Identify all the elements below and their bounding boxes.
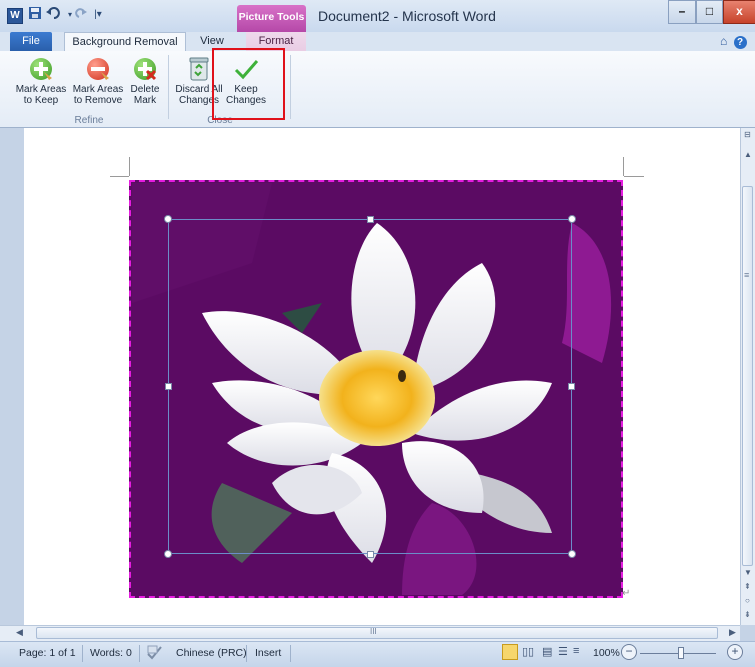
zoom-slider-thumb[interactable] bbox=[678, 647, 684, 659]
next-page-icon[interactable]: ⇟ bbox=[744, 610, 751, 619]
mark-areas-to-keep-button[interactable]: Mark Areas to Keep bbox=[14, 56, 68, 106]
minimize-ribbon-icon[interactable]: ⌂ bbox=[720, 34, 727, 48]
window-title: Document2 - Microsoft Word bbox=[318, 8, 496, 24]
zoom-in-button[interactable]: + bbox=[727, 644, 743, 660]
previous-page-icon[interactable]: ⇞ bbox=[744, 582, 751, 591]
outline-view-icon[interactable]: ☰ bbox=[558, 645, 568, 658]
refine-group-label: Refine bbox=[74, 115, 104, 126]
full-screen-reading-view-icon[interactable]: ▯▯ bbox=[522, 645, 534, 658]
resize-handle[interactable] bbox=[568, 383, 575, 390]
word-app-icon[interactable]: W bbox=[7, 8, 23, 24]
mark-remove-label-2: to Remove bbox=[73, 95, 123, 106]
mark-keep-label-2: to Keep bbox=[23, 95, 59, 106]
resize-handle[interactable] bbox=[164, 215, 172, 223]
delete-mark-label-1: Delete bbox=[130, 84, 160, 95]
background-removal-marquee[interactable] bbox=[168, 219, 572, 554]
maximize-button[interactable]: □ bbox=[696, 0, 723, 24]
delete-mark-icon bbox=[132, 56, 158, 82]
scroll-thumb-grip: ≡ bbox=[744, 270, 750, 280]
recycle-bin-icon bbox=[186, 56, 212, 82]
crop-mark bbox=[624, 176, 644, 177]
resize-handle[interactable] bbox=[568, 215, 576, 223]
vertical-scroll-thumb[interactable] bbox=[742, 186, 753, 566]
paragraph-mark-icon: ↵ bbox=[622, 588, 631, 599]
crop-mark bbox=[623, 157, 624, 176]
crop-mark bbox=[110, 176, 129, 177]
horizontal-scroll-thumb[interactable] bbox=[36, 627, 718, 639]
close-button[interactable]: x bbox=[723, 0, 755, 24]
resize-handle[interactable] bbox=[367, 216, 374, 223]
scroll-right-arrow-icon[interactable]: ▶ bbox=[729, 627, 736, 638]
delete-mark-label-2: Mark bbox=[133, 95, 157, 106]
tab-file[interactable]: File bbox=[10, 32, 52, 51]
redo-icon[interactable] bbox=[72, 6, 88, 24]
ruler-toggle-icon[interactable]: ⊟ bbox=[744, 130, 754, 142]
language-status[interactable]: Chinese (PRC) bbox=[176, 647, 247, 659]
scroll-thumb-grip: III bbox=[370, 627, 377, 636]
save-icon[interactable] bbox=[27, 6, 43, 24]
scroll-down-arrow-icon[interactable]: ▼ bbox=[744, 568, 752, 577]
print-layout-view-icon[interactable] bbox=[502, 644, 518, 660]
picture-tools-contextual-label: Picture Tools bbox=[237, 5, 306, 32]
delete-mark-button[interactable]: Delete Mark bbox=[127, 56, 163, 106]
plus-circle-icon bbox=[28, 56, 54, 82]
zoom-level[interactable]: 100% bbox=[593, 647, 620, 659]
resize-handle[interactable] bbox=[367, 551, 374, 558]
undo-icon[interactable] bbox=[46, 6, 62, 24]
crop-mark bbox=[129, 157, 130, 176]
insert-mode-status[interactable]: Insert bbox=[255, 647, 281, 659]
page-count-status[interactable]: Page: 1 of 1 bbox=[19, 647, 76, 659]
mark-areas-to-remove-button[interactable]: Mark Areas to Remove bbox=[70, 56, 126, 106]
resize-handle[interactable] bbox=[165, 383, 172, 390]
customize-qat-icon[interactable]: |▾ bbox=[90, 6, 106, 24]
tab-background-removal[interactable]: Background Removal bbox=[64, 32, 186, 53]
zoom-out-button[interactable]: − bbox=[621, 644, 637, 660]
draft-view-icon[interactable]: ≡ bbox=[573, 645, 579, 657]
help-icon[interactable]: ? bbox=[733, 36, 747, 49]
scroll-up-arrow-icon[interactable]: ▲ bbox=[744, 150, 752, 159]
browse-object-icon[interactable]: ○ bbox=[745, 596, 750, 605]
mark-remove-label-1: Mark Areas bbox=[72, 84, 124, 95]
ribbon-group-separator bbox=[290, 55, 291, 119]
resize-handle[interactable] bbox=[164, 550, 172, 558]
proofing-icon[interactable] bbox=[146, 644, 164, 663]
ribbon-group-separator bbox=[168, 55, 169, 119]
status-separator bbox=[290, 645, 291, 662]
web-layout-view-icon[interactable]: ▤ bbox=[542, 645, 552, 658]
annotation-highlight-box bbox=[212, 48, 285, 120]
mark-keep-label-1: Mark Areas bbox=[15, 84, 67, 95]
word-count-status[interactable]: Words: 0 bbox=[90, 647, 132, 659]
minimize-button[interactable]: – bbox=[668, 0, 696, 24]
minus-circle-icon bbox=[85, 56, 111, 82]
resize-handle[interactable] bbox=[568, 550, 576, 558]
scroll-left-arrow-icon[interactable]: ◀ bbox=[16, 627, 23, 638]
status-separator bbox=[139, 645, 140, 662]
status-separator bbox=[246, 645, 247, 662]
status-separator bbox=[82, 645, 83, 662]
